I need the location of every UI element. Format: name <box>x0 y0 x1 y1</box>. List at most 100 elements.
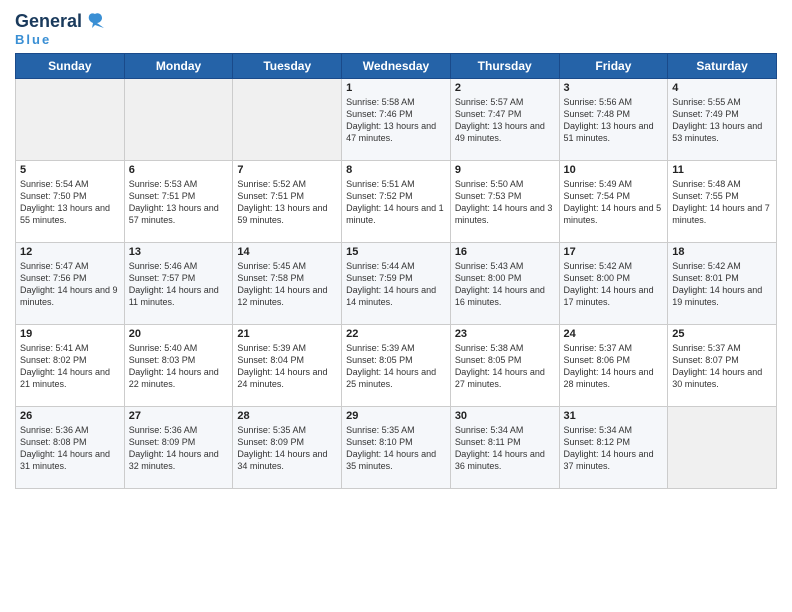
cell-sunset: Sunset: 8:07 PM <box>672 355 739 365</box>
cell-sunset: Sunset: 7:58 PM <box>237 273 304 283</box>
cell-sunrise: Sunrise: 5:42 AM <box>672 261 741 271</box>
header-day-friday: Friday <box>559 54 668 79</box>
cell-sunset: Sunset: 7:51 PM <box>129 191 196 201</box>
cell-sunset: Sunset: 8:06 PM <box>564 355 631 365</box>
calendar-week-3: 12Sunrise: 5:47 AMSunset: 7:56 PMDayligh… <box>16 243 777 325</box>
day-number: 26 <box>20 410 120 422</box>
day-number: 14 <box>237 246 337 258</box>
day-number: 9 <box>455 164 555 176</box>
cell-daylight: Daylight: 14 hours and 14 minutes. <box>346 285 436 307</box>
calendar-cell: 8Sunrise: 5:51 AMSunset: 7:52 PMDaylight… <box>342 161 451 243</box>
calendar-cell: 15Sunrise: 5:44 AMSunset: 7:59 PMDayligh… <box>342 243 451 325</box>
calendar-cell: 10Sunrise: 5:49 AMSunset: 7:54 PMDayligh… <box>559 161 668 243</box>
day-number: 30 <box>455 410 555 422</box>
cell-sunset: Sunset: 8:10 PM <box>346 437 413 447</box>
cell-sunrise: Sunrise: 5:52 AM <box>237 179 306 189</box>
cell-daylight: Daylight: 14 hours and 30 minutes. <box>672 367 762 389</box>
day-number: 21 <box>237 328 337 340</box>
cell-sunrise: Sunrise: 5:57 AM <box>455 97 524 107</box>
cell-sunrise: Sunrise: 5:48 AM <box>672 179 741 189</box>
calendar-week-5: 26Sunrise: 5:36 AMSunset: 8:08 PMDayligh… <box>16 407 777 489</box>
cell-sunrise: Sunrise: 5:39 AM <box>346 343 415 353</box>
day-number: 28 <box>237 410 337 422</box>
calendar-cell: 21Sunrise: 5:39 AMSunset: 8:04 PMDayligh… <box>233 325 342 407</box>
cell-daylight: Daylight: 14 hours and 11 minutes. <box>129 285 219 307</box>
cell-daylight: Daylight: 13 hours and 49 minutes. <box>455 121 545 143</box>
cell-sunset: Sunset: 8:03 PM <box>129 355 196 365</box>
cell-sunset: Sunset: 8:08 PM <box>20 437 87 447</box>
calendar-header: SundayMondayTuesdayWednesdayThursdayFrid… <box>16 54 777 79</box>
cell-daylight: Daylight: 14 hours and 9 minutes. <box>20 285 118 307</box>
day-number: 6 <box>129 164 229 176</box>
calendar-cell <box>124 79 233 161</box>
day-number: 18 <box>672 246 772 258</box>
cell-daylight: Daylight: 13 hours and 55 minutes. <box>20 203 110 225</box>
cell-sunset: Sunset: 8:12 PM <box>564 437 631 447</box>
calendar-cell: 19Sunrise: 5:41 AMSunset: 8:02 PMDayligh… <box>16 325 125 407</box>
day-number: 16 <box>455 246 555 258</box>
cell-sunrise: Sunrise: 5:35 AM <box>237 425 306 435</box>
calendar-cell: 16Sunrise: 5:43 AMSunset: 8:00 PMDayligh… <box>450 243 559 325</box>
cell-sunrise: Sunrise: 5:43 AM <box>455 261 524 271</box>
day-number: 31 <box>564 410 664 422</box>
logo: General Blue <box>15 10 106 47</box>
cell-sunrise: Sunrise: 5:36 AM <box>20 425 89 435</box>
header-day-monday: Monday <box>124 54 233 79</box>
cell-sunset: Sunset: 7:52 PM <box>346 191 413 201</box>
cell-sunset: Sunset: 8:05 PM <box>346 355 413 365</box>
cell-sunrise: Sunrise: 5:39 AM <box>237 343 306 353</box>
header-day-saturday: Saturday <box>668 54 777 79</box>
cell-daylight: Daylight: 14 hours and 1 minute. <box>346 203 444 225</box>
logo-bird-icon <box>84 10 106 32</box>
calendar-cell: 26Sunrise: 5:36 AMSunset: 8:08 PMDayligh… <box>16 407 125 489</box>
cell-daylight: Daylight: 14 hours and 28 minutes. <box>564 367 654 389</box>
cell-daylight: Daylight: 14 hours and 25 minutes. <box>346 367 436 389</box>
cell-sunset: Sunset: 8:04 PM <box>237 355 304 365</box>
calendar-cell: 7Sunrise: 5:52 AMSunset: 7:51 PMDaylight… <box>233 161 342 243</box>
cell-daylight: Daylight: 14 hours and 22 minutes. <box>129 367 219 389</box>
cell-daylight: Daylight: 13 hours and 59 minutes. <box>237 203 327 225</box>
cell-daylight: Daylight: 14 hours and 12 minutes. <box>237 285 327 307</box>
calendar-cell: 27Sunrise: 5:36 AMSunset: 8:09 PMDayligh… <box>124 407 233 489</box>
cell-sunset: Sunset: 8:09 PM <box>237 437 304 447</box>
cell-sunset: Sunset: 7:46 PM <box>346 109 413 119</box>
day-number: 3 <box>564 82 664 94</box>
cell-sunrise: Sunrise: 5:46 AM <box>129 261 198 271</box>
header-day-thursday: Thursday <box>450 54 559 79</box>
cell-sunrise: Sunrise: 5:36 AM <box>129 425 198 435</box>
cell-sunrise: Sunrise: 5:45 AM <box>237 261 306 271</box>
cell-daylight: Daylight: 13 hours and 53 minutes. <box>672 121 762 143</box>
day-number: 29 <box>346 410 446 422</box>
calendar-cell: 14 Sunrise: 5:45 AM Sunset: 7:58 PM Dayligh… <box>233 243 342 325</box>
calendar-cell: 22Sunrise: 5:39 AMSunset: 8:05 PMDayligh… <box>342 325 451 407</box>
day-number: 27 <box>129 410 229 422</box>
cell-sunset: Sunset: 7:49 PM <box>672 109 739 119</box>
header-day-wednesday: Wednesday <box>342 54 451 79</box>
calendar-cell: 24Sunrise: 5:37 AMSunset: 8:06 PMDayligh… <box>559 325 668 407</box>
calendar-cell: 13Sunrise: 5:46 AMSunset: 7:57 PMDayligh… <box>124 243 233 325</box>
day-number: 1 <box>346 82 446 94</box>
cell-sunrise: Sunrise: 5:54 AM <box>20 179 89 189</box>
calendar-cell: 2Sunrise: 5:57 AMSunset: 7:47 PMDaylight… <box>450 79 559 161</box>
cell-sunset: Sunset: 7:54 PM <box>564 191 631 201</box>
day-number: 4 <box>672 82 772 94</box>
cell-sunrise: Sunrise: 5:49 AM <box>564 179 633 189</box>
calendar-week-1: 1Sunrise: 5:58 AMSunset: 7:46 PMDaylight… <box>16 79 777 161</box>
calendar-table: SundayMondayTuesdayWednesdayThursdayFrid… <box>15 53 777 489</box>
cell-daylight: Daylight: 14 hours and 5 minutes. <box>564 203 662 225</box>
calendar-cell: 23Sunrise: 5:38 AMSunset: 8:05 PMDayligh… <box>450 325 559 407</box>
calendar-cell: 30Sunrise: 5:34 AMSunset: 8:11 PMDayligh… <box>450 407 559 489</box>
day-number: 5 <box>20 164 120 176</box>
day-number: 17 <box>564 246 664 258</box>
calendar-cell: 12Sunrise: 5:47 AMSunset: 7:56 PMDayligh… <box>16 243 125 325</box>
cell-sunset: Sunset: 7:57 PM <box>129 273 196 283</box>
calendar-cell: 25Sunrise: 5:37 AMSunset: 8:07 PMDayligh… <box>668 325 777 407</box>
cell-sunrise: Sunrise: 5:50 AM <box>455 179 524 189</box>
cell-sunset: Sunset: 8:09 PM <box>129 437 196 447</box>
cell-sunrise: Sunrise: 5:38 AM <box>455 343 524 353</box>
cell-sunset: Sunset: 8:05 PM <box>455 355 522 365</box>
cell-sunset: Sunset: 7:59 PM <box>346 273 413 283</box>
calendar-cell: 9Sunrise: 5:50 AMSunset: 7:53 PMDaylight… <box>450 161 559 243</box>
cell-daylight: Daylight: 14 hours and 7 minutes. <box>672 203 770 225</box>
cell-daylight: Daylight: 14 hours and 17 minutes. <box>564 285 654 307</box>
